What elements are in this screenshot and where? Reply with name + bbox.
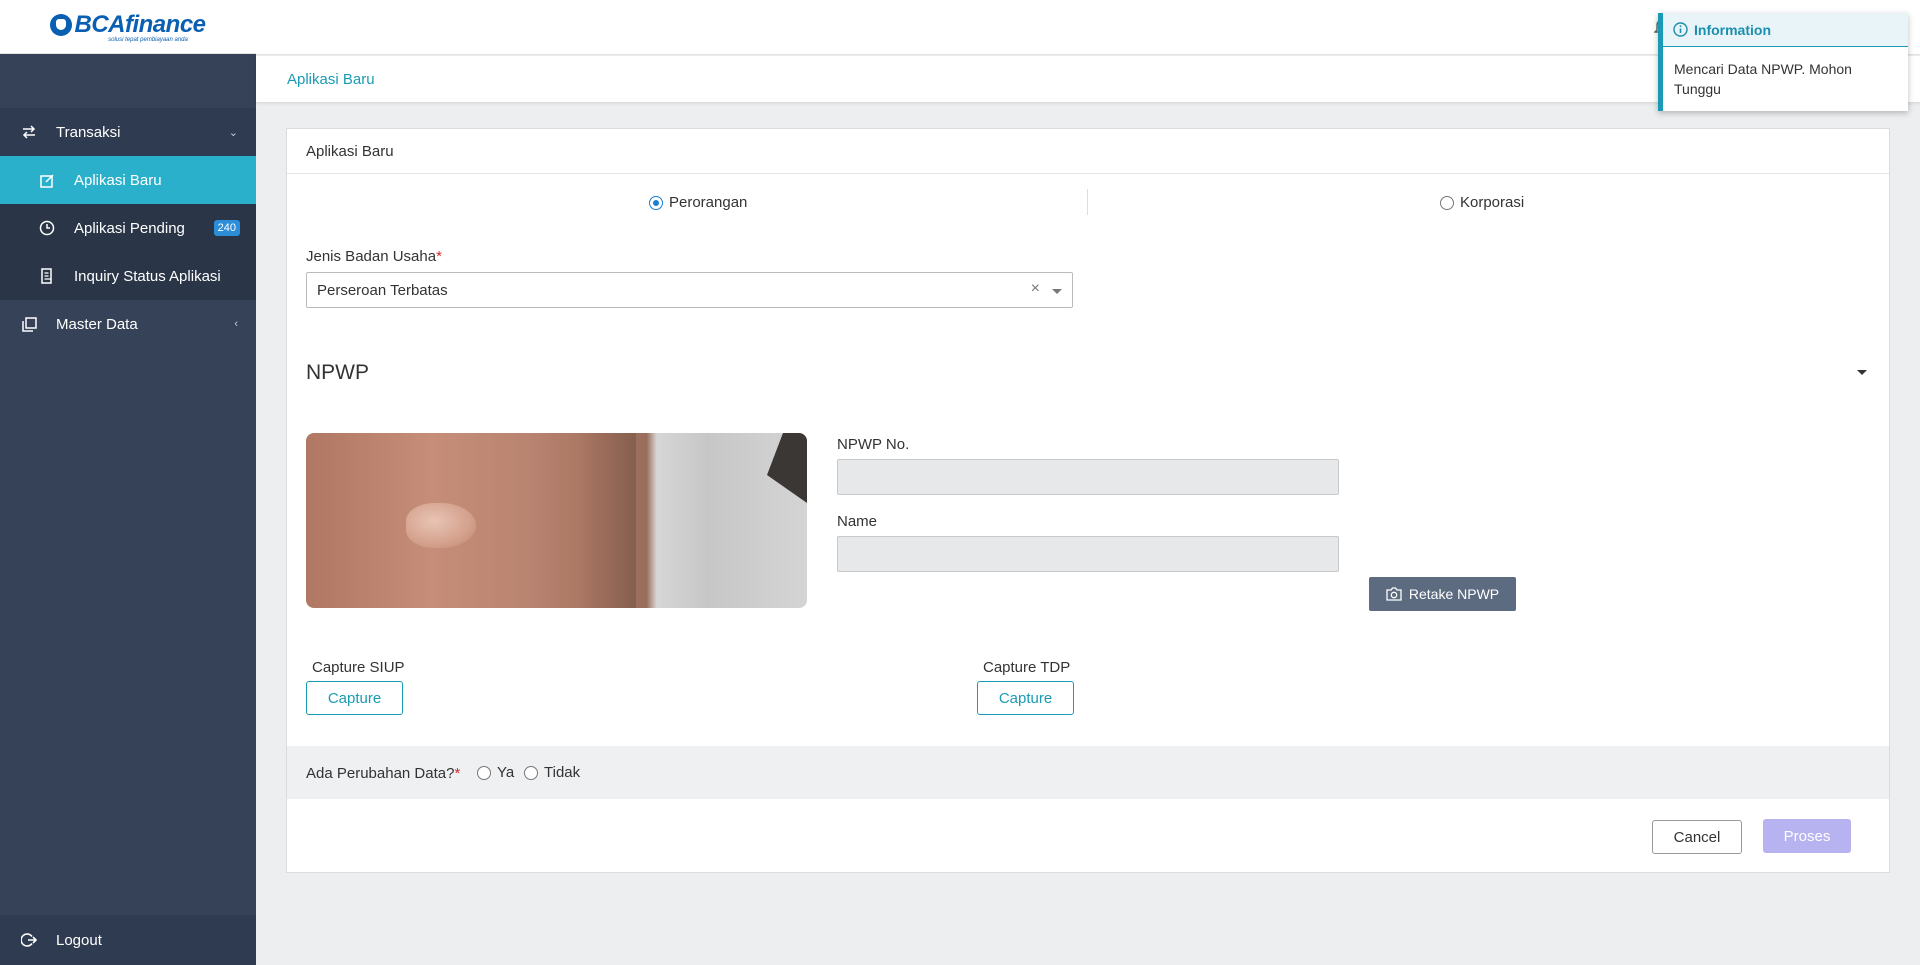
- logout-button[interactable]: Logout: [0, 915, 256, 965]
- name-label: Name: [837, 513, 878, 530]
- sidebar-nav: Transaksi ⌄ Aplikasi Baru Aplikasi Pendi…: [0, 108, 256, 348]
- npwp-section-title: NPWP: [306, 361, 369, 384]
- toast-message: Mencari Data NPWP. Mohon Tunggu: [1674, 61, 1852, 97]
- breadcrumb[interactable]: Aplikasi Baru: [287, 71, 375, 88]
- sidebar-group-label: Master Data: [56, 315, 138, 333]
- button-label: Capture: [327, 689, 382, 707]
- button-label: Cancel: [1673, 828, 1721, 846]
- sidebar-group-master-data[interactable]: Master Data ‹: [0, 300, 256, 348]
- radio-korporasi[interactable]: Korporasi: [1440, 194, 1524, 211]
- chevron-down-icon: ⌄: [228, 126, 238, 139]
- select-value: Perseroan Terbatas: [317, 282, 448, 299]
- logout-label: Logout: [56, 931, 102, 949]
- swap-icon: [20, 123, 38, 141]
- required-mark: *: [454, 765, 461, 782]
- info-icon: [1673, 22, 1688, 37]
- sidebar-item-label: Aplikasi Baru: [74, 171, 162, 189]
- caret-down-icon[interactable]: [1052, 289, 1062, 294]
- label-text: Ada Perubahan Data?: [306, 765, 455, 782]
- copy-icon: [20, 315, 38, 333]
- retake-npwp-button[interactable]: Retake NPWP: [1369, 577, 1516, 611]
- radio-unchecked-icon: [1440, 195, 1454, 210]
- radio-ya[interactable]: Ya: [477, 764, 514, 781]
- perubahan-data-row: Ada Perubahan Data?* Ya Tidak: [287, 746, 1889, 799]
- name-field[interactable]: [837, 536, 1339, 572]
- list-icon: [38, 267, 56, 285]
- photo-detail: [767, 433, 807, 503]
- radio-label: Tidak: [544, 764, 581, 781]
- logout-icon: [20, 931, 38, 949]
- photo-detail: [576, 433, 636, 608]
- sidebar-item-aplikasi-baru[interactable]: Aplikasi Baru: [0, 156, 256, 204]
- sidebar: BCA finance solusi tepat pembiayaan anda …: [0, 0, 256, 965]
- logo-tagline: solusi tepat pembiayaan anda: [108, 36, 188, 43]
- logo-finance-text: finance: [124, 10, 206, 38]
- sidebar-item-label: Inquiry Status Aplikasi: [74, 267, 221, 285]
- camera-icon: [1386, 587, 1402, 601]
- radio-checked-icon: [649, 195, 663, 210]
- radio-unchecked-icon: [477, 765, 491, 780]
- sidebar-submenu-transaksi: Aplikasi Baru Aplikasi Pending 240 Inqui…: [0, 156, 256, 300]
- button-label: Retake NPWP: [1408, 586, 1500, 602]
- radio-label: Korporasi: [1460, 194, 1525, 211]
- edit-icon: [38, 171, 56, 189]
- applicant-type-selector: Perorangan Korporasi: [287, 189, 1889, 219]
- cancel-button[interactable]: Cancel: [1652, 820, 1742, 854]
- information-toast: Information Mencari Data NPWP. Mohon Tun…: [1658, 13, 1908, 111]
- button-label: Proses: [1783, 827, 1831, 845]
- perubahan-data-label: Ada Perubahan Data?*: [306, 765, 460, 782]
- sidebar-group-label: Transaksi: [56, 123, 121, 141]
- aplikasi-baru-card: Aplikasi Baru Perorangan Korporasi Jenis…: [286, 128, 1890, 873]
- sidebar-group-transaksi[interactable]: Transaksi ⌄: [0, 108, 256, 156]
- capture-tdp-button[interactable]: Capture: [977, 681, 1074, 715]
- required-mark: *: [436, 248, 442, 265]
- sidebar-item-inquiry-status[interactable]: Inquiry Status Aplikasi: [0, 252, 256, 300]
- sidebar-item-aplikasi-pending[interactable]: Aplikasi Pending 240: [0, 204, 256, 252]
- npwp-photo-preview: [306, 433, 807, 608]
- bca-seal-icon: [50, 13, 73, 36]
- toast-header: Information: [1663, 13, 1908, 47]
- jenis-badan-usaha-label: Jenis Badan Usaha*: [306, 248, 442, 265]
- radio-unchecked-icon: [524, 765, 538, 780]
- radio-label: Perorangan: [669, 194, 748, 211]
- logo-bca-text: BCA: [74, 10, 125, 38]
- radio-label: Ya: [497, 764, 515, 781]
- jenis-badan-usaha-select[interactable]: Perseroan Terbatas ×: [306, 272, 1073, 308]
- clock-icon: [38, 219, 56, 237]
- sidebar-item-label: Aplikasi Pending: [74, 219, 185, 237]
- capture-siup-button[interactable]: Capture: [306, 681, 403, 715]
- toast-title: Information: [1694, 21, 1771, 38]
- capture-tdp-label: Capture TDP: [983, 659, 1071, 676]
- photo-detail: [406, 503, 476, 548]
- collapse-caret-icon[interactable]: [1857, 370, 1867, 375]
- label-text: Jenis Badan Usaha: [306, 248, 437, 265]
- pending-count-badge: 240: [213, 220, 240, 236]
- card-title: Aplikasi Baru: [287, 129, 1889, 174]
- chevron-left-icon: ‹: [234, 318, 238, 330]
- clear-icon[interactable]: ×: [1031, 280, 1040, 298]
- radio-tidak[interactable]: Tidak: [524, 764, 580, 781]
- capture-siup-label: Capture SIUP: [312, 659, 405, 676]
- logo-wordmark: BCA finance: [50, 10, 206, 39]
- npwp-no-label: NPWP No.: [837, 436, 910, 453]
- brand-logo[interactable]: BCA finance solusi tepat pembiayaan anda: [0, 0, 256, 54]
- npwp-no-field[interactable]: [837, 459, 1339, 495]
- radio-perorangan[interactable]: Perorangan: [649, 194, 747, 211]
- proses-button[interactable]: Proses: [1763, 819, 1851, 853]
- button-label: Capture: [998, 689, 1053, 707]
- divider: [1087, 189, 1088, 215]
